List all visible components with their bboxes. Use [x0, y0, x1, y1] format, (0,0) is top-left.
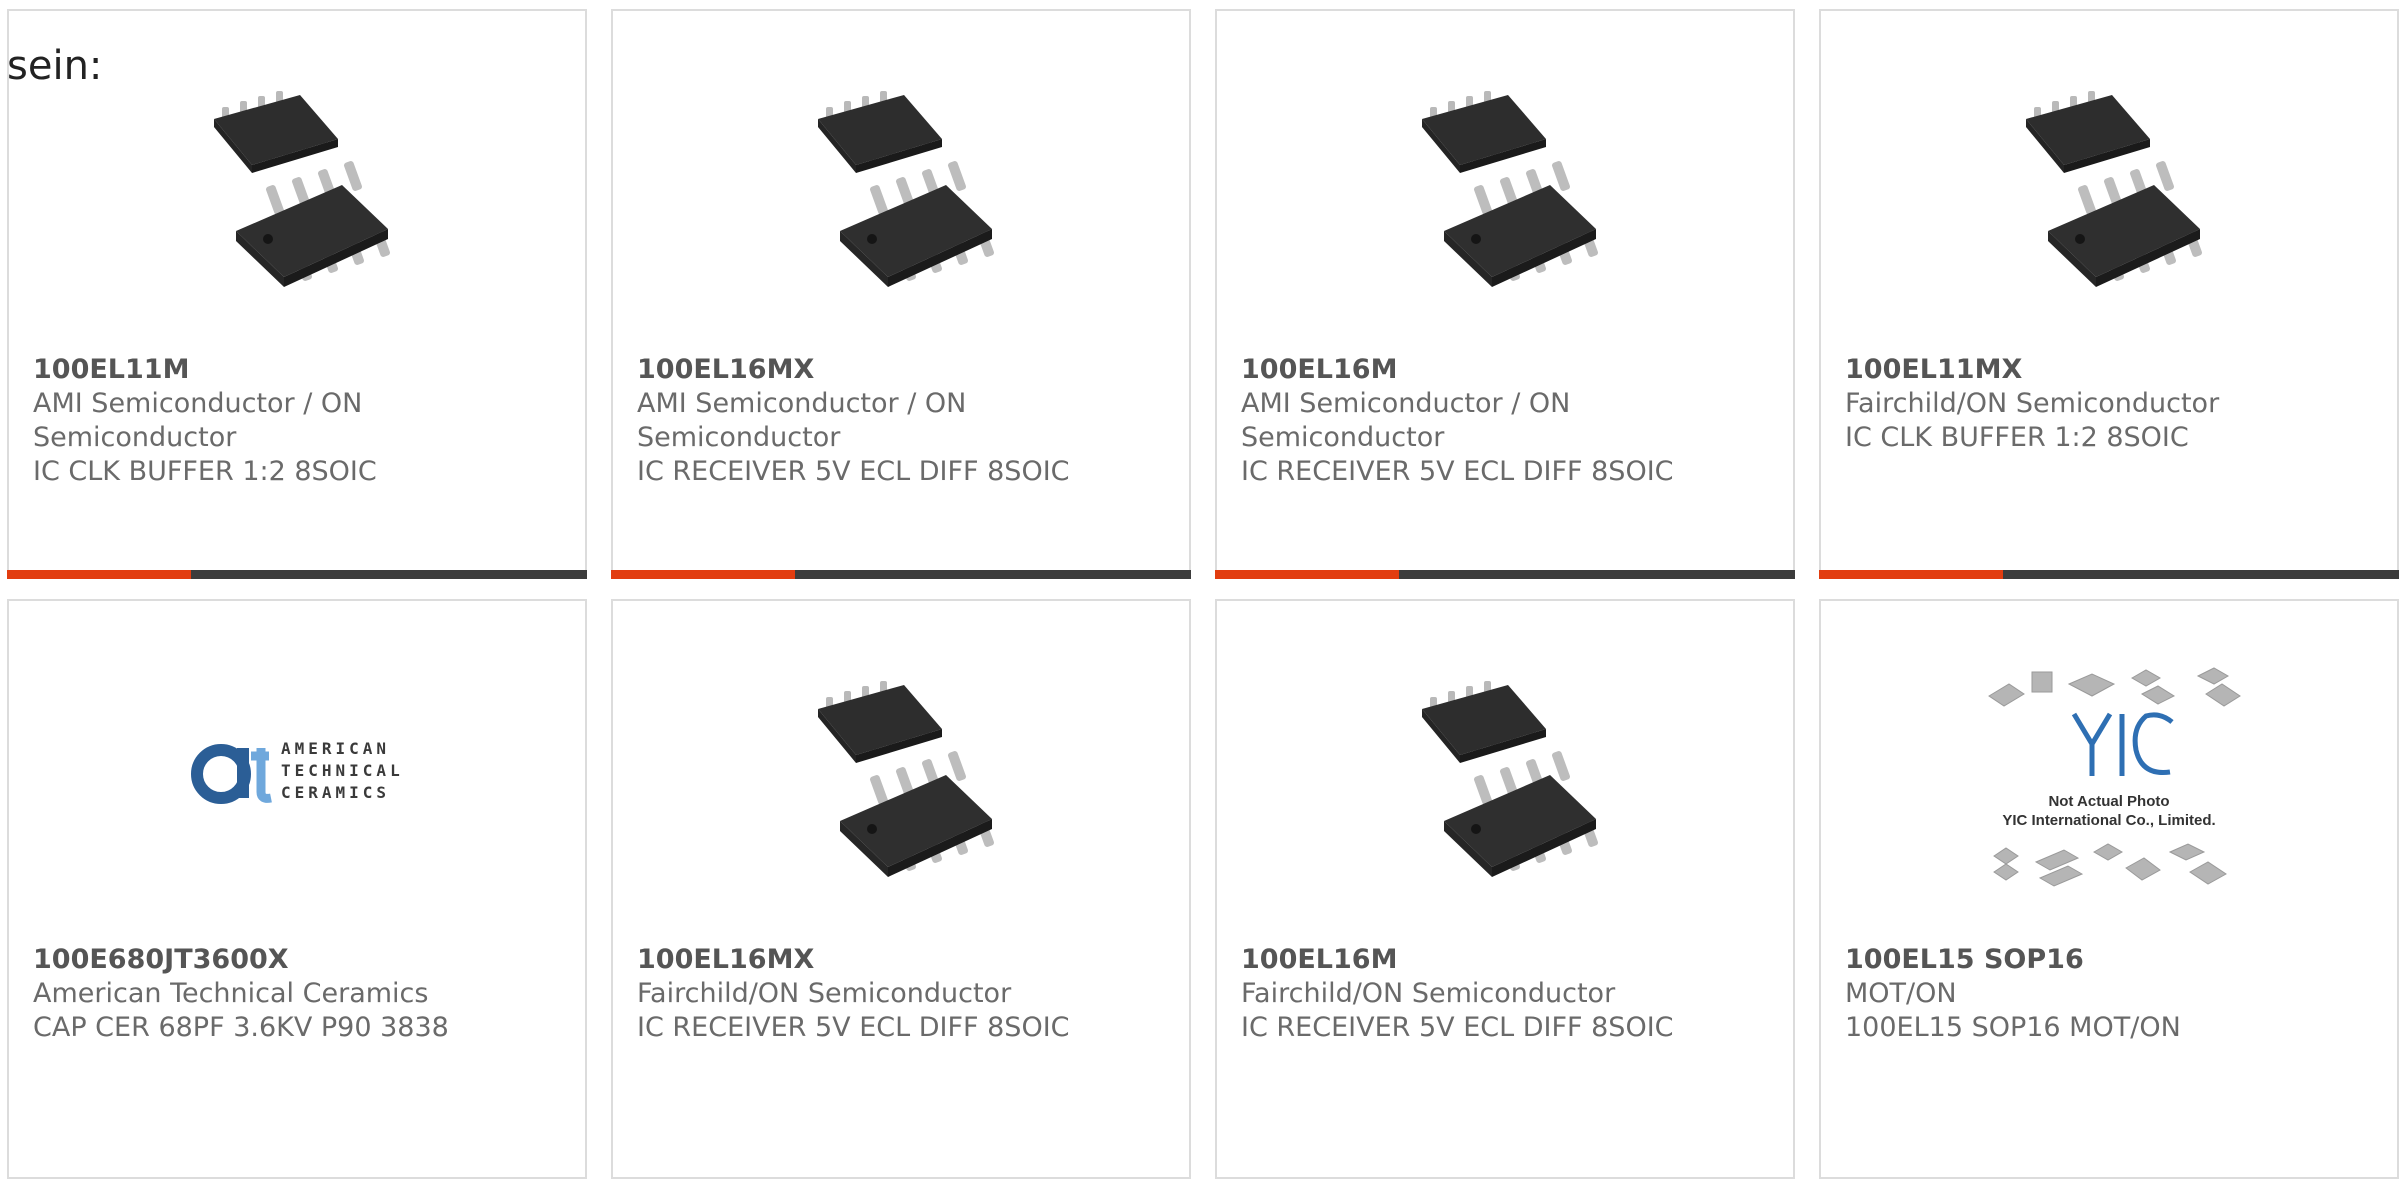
product-card[interactable]: 100EL11M AMI Semiconductor / ON Semicond…	[7, 9, 587, 579]
manufacturer: AMI Semiconductor / ON Semiconductor	[1241, 388, 1571, 453]
description: IC CLK BUFFER 1:2 8SOIC	[1845, 422, 2189, 453]
manufacturer: American Technical Ceramics	[33, 978, 429, 1009]
atc-logo-line-3: CERAMICS	[281, 783, 390, 802]
card-footer-bar	[1215, 570, 1795, 579]
soic8-chip-icon	[818, 681, 994, 877]
product-card[interactable]: 100EL16MX AMI Semiconductor / ON Semicon…	[611, 9, 1191, 579]
manufacturer: Fairchild/ON Semiconductor	[1845, 388, 2220, 419]
product-image[interactable]	[613, 671, 1189, 881]
product-info: 100EL15 SOP16 MOT/ON 100EL15 SOP16 MOT/O…	[1845, 943, 2377, 1045]
part-number[interactable]: 100EL15 SOP16	[1845, 943, 2377, 977]
manufacturer: Fairchild/ON Semiconductor	[1241, 978, 1616, 1009]
product-image[interactable]: Not Actual Photo YIC International Co., …	[1821, 667, 2397, 887]
placeholder-caption-line-2: YIC International Co., Limited.	[2002, 812, 2215, 829]
soic8-chip-icon	[1422, 681, 1598, 877]
card-footer-bar	[1819, 570, 2399, 579]
card-accent-bar	[611, 570, 795, 579]
card-footer-bar	[611, 570, 1191, 579]
manufacturer: MOT/ON	[1845, 978, 1957, 1009]
product-card[interactable]: 100EL16M Fairchild/ON Semiconductor IC R…	[1215, 599, 1795, 1179]
card-accent-bar	[1215, 570, 1399, 579]
description: IC RECEIVER 5V ECL DIFF 8SOIC	[1241, 1012, 1674, 1043]
product-info: 100EL16MX AMI Semiconductor / ON Semicon…	[637, 353, 1169, 489]
part-number[interactable]: 100EL16MX	[637, 943, 1169, 977]
description: IC RECEIVER 5V ECL DIFF 8SOIC	[637, 1012, 1070, 1043]
product-info: 100EL16M Fairchild/ON Semiconductor IC R…	[1241, 943, 1773, 1045]
placeholder-caption-line-1: Not Actual Photo	[2048, 793, 2169, 810]
product-info: 100EL11M AMI Semiconductor / ON Semicond…	[33, 353, 565, 489]
part-number[interactable]: 100EL16MX	[637, 353, 1169, 387]
product-card[interactable]: Not Actual Photo YIC International Co., …	[1819, 599, 2399, 1179]
description: IC RECEIVER 5V ECL DIFF 8SOIC	[637, 456, 1070, 487]
product-info: 100EL11MX Fairchild/ON Semiconductor IC …	[1845, 353, 2377, 455]
card-accent-bar	[1819, 570, 2003, 579]
product-card[interactable]: AMERICAN TECHNICAL CERAMICS 100E680JT360…	[7, 599, 587, 1179]
product-card[interactable]: 100EL16M AMI Semiconductor / ON Semicond…	[1215, 9, 1795, 579]
part-number[interactable]: 100EL16M	[1241, 353, 1773, 387]
soic8-chip-icon	[818, 91, 994, 287]
part-number[interactable]: 100EL11MX	[1845, 353, 2377, 387]
part-number[interactable]: 100E680JT3600X	[33, 943, 565, 977]
yic-placeholder-image: Not Actual Photo YIC International Co., …	[1988, 667, 2241, 887]
soic8-chip-icon	[1422, 91, 1598, 287]
atc-logo-line-1: AMERICAN	[281, 739, 390, 758]
product-image[interactable]	[1217, 81, 1793, 291]
description: 100EL15 SOP16 MOT/ON	[1845, 1012, 2181, 1043]
product-card[interactable]: 100EL16MX Fairchild/ON Semiconductor IC …	[611, 599, 1191, 1179]
product-card[interactable]: 100EL11MX Fairchild/ON Semiconductor IC …	[1819, 9, 2399, 579]
product-info: 100E680JT3600X American Technical Cerami…	[33, 943, 565, 1045]
product-image[interactable]	[9, 81, 585, 291]
product-info: 100EL16MX Fairchild/ON Semiconductor IC …	[637, 943, 1169, 1045]
description: IC RECEIVER 5V ECL DIFF 8SOIC	[1241, 456, 1674, 487]
soic8-chip-icon	[2026, 91, 2202, 287]
product-grid: 100EL11M AMI Semiconductor / ON Semicond…	[0, 0, 2400, 1179]
product-image[interactable]: AMERICAN TECHNICAL CERAMICS	[9, 671, 585, 881]
card-accent-bar	[7, 570, 191, 579]
description: IC CLK BUFFER 1:2 8SOIC	[33, 456, 377, 487]
card-footer-bar	[7, 570, 587, 579]
product-info: 100EL16M AMI Semiconductor / ON Semicond…	[1241, 353, 1773, 489]
part-number[interactable]: 100EL16M	[1241, 943, 1773, 977]
part-number[interactable]: 100EL11M	[33, 353, 565, 387]
description: CAP CER 68PF 3.6KV P90 3838	[33, 1012, 449, 1043]
atc-logo: AMERICAN TECHNICAL CERAMICS	[191, 739, 404, 804]
product-image[interactable]	[1821, 81, 2397, 291]
product-image[interactable]	[1217, 671, 1793, 881]
soic8-chip-icon	[214, 91, 390, 287]
intro-text: sein:	[7, 43, 103, 89]
manufacturer: AMI Semiconductor / ON Semiconductor	[637, 388, 967, 453]
manufacturer: Fairchild/ON Semiconductor	[637, 978, 1012, 1009]
product-image[interactable]	[613, 81, 1189, 291]
atc-logo-line-2: TECHNICAL	[281, 761, 404, 780]
manufacturer: AMI Semiconductor / ON Semiconductor	[33, 388, 363, 453]
